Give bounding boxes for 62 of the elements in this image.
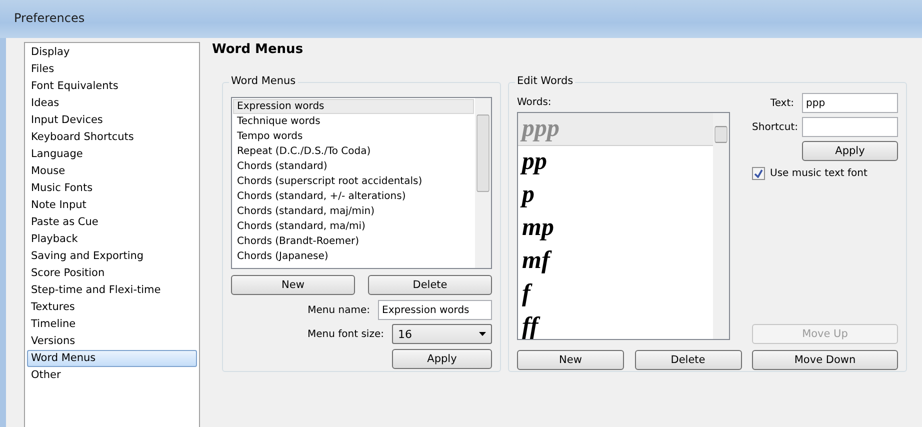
menu-list-item[interactable]: Expression words (233, 99, 474, 114)
category-item[interactable]: Score Position (27, 265, 197, 282)
menu-list-item[interactable]: Chords (standard, ma/mi) (233, 219, 474, 234)
delete-button[interactable]: Delete (634, 350, 742, 370)
category-item[interactable]: Playback (27, 231, 197, 248)
menu-list-item[interactable]: Chords (standard, maj/min) (233, 204, 474, 219)
page-title: Word Menus (212, 42, 304, 59)
category-item[interactable]: Font Equivalents (27, 78, 197, 95)
window-title: Preferences (14, 11, 85, 25)
category-item[interactable]: Other (27, 367, 197, 384)
group-title: Word Menus (229, 75, 298, 87)
font-size-label: Menu font size: (308, 328, 384, 340)
apply-button[interactable]: Apply (802, 141, 898, 161)
word-list-item[interactable]: ff (518, 311, 713, 339)
word-list-item[interactable]: pp (518, 146, 713, 179)
word-list-item[interactable]: f (518, 278, 713, 311)
menu-list-item[interactable]: Chords (Brandt-Roemer) (233, 234, 474, 249)
words-label: Words: (517, 97, 552, 108)
shortcut-field[interactable] (802, 117, 898, 137)
word-list-item[interactable]: p (518, 179, 713, 212)
word-list-item[interactable]: mf (518, 245, 713, 278)
menu-list-item[interactable]: Repeat (D.C./D.S./To Coda) (233, 144, 474, 159)
menu-list-item[interactable]: Technique words (233, 114, 474, 129)
category-item[interactable]: Display (27, 44, 197, 61)
category-item[interactable]: Versions (27, 333, 197, 350)
checkbox-label: Use music text font (770, 168, 868, 179)
menu-name-label: Menu name: (308, 304, 370, 316)
category-item[interactable]: Mouse (27, 163, 197, 180)
shortcut-label: Shortcut: (752, 122, 798, 132)
text-field[interactable]: ppp (802, 93, 898, 113)
new-button[interactable]: New (517, 350, 624, 370)
category-item[interactable]: Saving and Exporting (27, 248, 197, 265)
delete-button[interactable]: Delete (368, 275, 492, 295)
category-item[interactable]: Word Menus (27, 350, 197, 367)
menu-list-item[interactable]: Tempo words (233, 129, 474, 144)
category-item[interactable]: Note Input (27, 197, 197, 214)
checkbox[interactable] (752, 167, 765, 180)
category-item[interactable]: Keyboard Shortcuts (27, 129, 197, 146)
category-item[interactable]: Input Devices (27, 112, 197, 129)
menu-name-field[interactable]: Expression words (378, 300, 492, 320)
category-item[interactable]: Paste as Cue (27, 214, 197, 231)
scrollbar[interactable] (475, 98, 491, 268)
dropdown-arrow-icon (479, 332, 486, 336)
menu-list-item[interactable]: Chords (standard, +/- alterations) (233, 189, 474, 204)
apply-button[interactable]: Apply (392, 349, 492, 369)
category-item[interactable]: Step-time and Flexi-time (27, 282, 197, 299)
category-item[interactable]: Files (27, 61, 197, 78)
menu-list-item[interactable]: Chords (standard) (233, 159, 474, 174)
menu-list-item[interactable]: Chords (superscript root accidentals) (233, 174, 474, 189)
scrollbar[interactable] (713, 113, 729, 339)
text-label: Text: (770, 98, 794, 108)
category-item[interactable]: Music Fonts (27, 180, 197, 197)
menu-list-item[interactable]: Chords (Japanese) (233, 249, 474, 264)
category-item[interactable]: Language (27, 146, 197, 163)
move-down-button[interactable]: Move Down (752, 350, 898, 370)
category-item[interactable]: Textures (27, 299, 197, 316)
word-list-item[interactable]: mp (518, 212, 713, 245)
category-item[interactable]: Ideas (27, 95, 197, 112)
category-item[interactable]: Timeline (27, 316, 197, 333)
new-button[interactable]: New (231, 275, 355, 295)
group-title: Edit Words (515, 75, 576, 87)
font-size-dropdown[interactable]: 16 (392, 324, 492, 344)
